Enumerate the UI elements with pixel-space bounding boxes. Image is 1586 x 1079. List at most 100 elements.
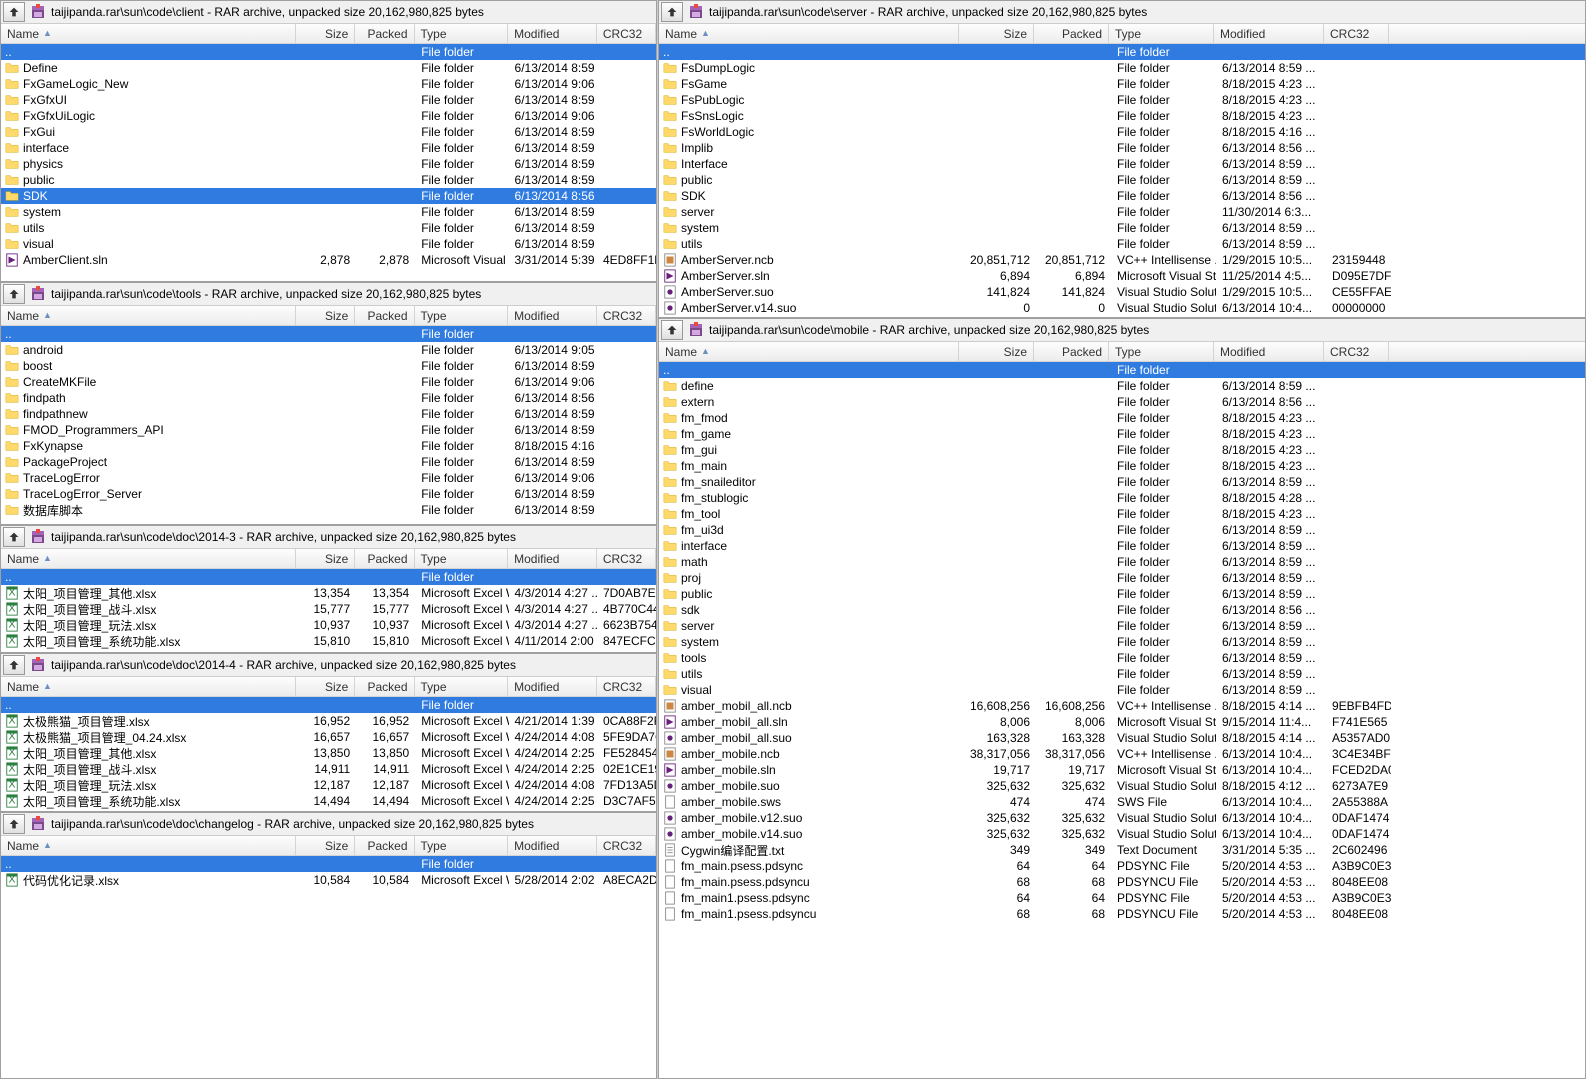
updir-row[interactable]: ..File folder [1,326,656,342]
file-row[interactable]: PackageProjectFile folder6/13/2014 8:59 … [1,454,656,470]
file-row[interactable]: 数据库脚本File folder6/13/2014 8:59 ... [1,502,656,518]
file-row[interactable]: FsSnsLogicFile folder8/18/2015 4:23 ... [659,108,1585,124]
col-crc[interactable]: CRC32 [597,549,656,568]
file-row[interactable]: utilsFile folder6/13/2014 8:59 ... [1,220,656,236]
col-name[interactable]: Name▲ [1,677,296,696]
file-row[interactable]: FsWorldLogicFile folder8/18/2015 4:16 ..… [659,124,1585,140]
updir-row[interactable]: ..File folder [1,856,656,872]
col-crc[interactable]: CRC32 [597,836,656,855]
file-row[interactable]: Cygwin编译配置.txt349349Text Document3/31/20… [659,842,1585,858]
file-row[interactable]: SDKFile folder6/13/2014 8:56 ... [659,188,1585,204]
col-type[interactable]: Type [415,306,509,325]
file-row[interactable]: SDKFile folder6/13/2014 8:56 ... [1,188,656,204]
file-row[interactable]: utilsFile folder6/13/2014 8:59 ... [659,236,1585,252]
file-row[interactable]: 太阳_项目管理_系统功能.xlsx14,49414,494Microsoft E… [1,793,656,809]
updir-row[interactable]: ..File folder [1,697,656,713]
col-size[interactable]: Size [296,306,355,325]
file-row[interactable]: InterfaceFile folder6/13/2014 8:59 ... [659,156,1585,172]
file-row[interactable]: fm_gameFile folder8/18/2015 4:23 ... [659,426,1585,442]
file-row[interactable]: 太极熊猫_项目管理_04.24.xlsx16,65716,657Microsof… [1,729,656,745]
col-size[interactable]: Size [296,549,355,568]
file-row[interactable]: amber_mobile.v12.suo325,632325,632Visual… [659,810,1585,826]
file-list[interactable]: ..File folderdefineFile folder6/13/2014 … [659,362,1585,1078]
col-name[interactable]: Name▲ [1,24,296,43]
col-name[interactable]: Name▲ [1,836,296,855]
file-row[interactable]: fm_toolFile folder8/18/2015 4:23 ... [659,506,1585,522]
file-row[interactable]: FxGfxUiLogicFile folder6/13/2014 9:06 ..… [1,108,656,124]
file-row[interactable]: boostFile folder6/13/2014 8:59 ... [1,358,656,374]
file-row[interactable]: fm_main1.psess.pdsyncu6868PDSYNCU File5/… [659,906,1585,922]
col-type[interactable]: Type [1109,24,1214,43]
file-row[interactable]: 太阳_项目管理_战斗.xlsx14,91114,911Microsoft Exc… [1,761,656,777]
file-row[interactable]: amber_mobil_all.sln8,0068,006Microsoft V… [659,714,1585,730]
col-type[interactable]: Type [415,677,509,696]
col-size[interactable]: Size [296,24,355,43]
file-row[interactable]: fm_main1.psess.pdsync6464PDSYNC File5/20… [659,890,1585,906]
up-button[interactable] [3,284,25,304]
col-modified[interactable]: Modified [508,836,597,855]
file-row[interactable]: FxGameLogic_NewFile folder6/13/2014 9:06… [1,76,656,92]
up-button[interactable] [3,655,25,675]
file-list[interactable]: ..File folderFsDumpLogicFile folder6/13/… [659,44,1585,317]
file-row[interactable]: fm_guiFile folder8/18/2015 4:23 ... [659,442,1585,458]
col-crc[interactable]: CRC32 [597,24,656,43]
updir-row[interactable]: ..File folder [659,44,1585,60]
file-row[interactable]: findpathFile folder6/13/2014 8:56 ... [1,390,656,406]
col-packed[interactable]: Packed [355,24,414,43]
up-button[interactable] [3,2,25,22]
file-row[interactable]: AmberServer.sln6,8946,894Microsoft Visua… [659,268,1585,284]
file-row[interactable]: FMOD_Programmers_APIFile folder6/13/2014… [1,422,656,438]
up-button[interactable] [3,814,25,834]
file-row[interactable]: 太阳_项目管理_战斗.xlsx15,77715,777Microsoft Exc… [1,601,656,617]
file-row[interactable]: 太阳_项目管理_系统功能.xlsx15,81015,810Microsoft E… [1,633,656,649]
column-headers[interactable]: Name▲SizePackedTypeModifiedCRC32 [1,306,656,326]
col-modified[interactable]: Modified [1214,24,1324,43]
column-headers[interactable]: Name▲SizePackedTypeModifiedCRC32 [659,24,1585,44]
file-row[interactable]: defineFile folder6/13/2014 8:59 ... [659,378,1585,394]
file-list[interactable]: ..File folder太极熊猫_项目管理.xlsx16,95216,952M… [1,697,656,811]
col-packed[interactable]: Packed [355,306,414,325]
file-row[interactable]: FxGuiFile folder6/13/2014 8:59 ... [1,124,656,140]
col-name[interactable]: Name▲ [1,549,296,568]
file-row[interactable]: ImplibFile folder6/13/2014 8:56 ... [659,140,1585,156]
file-row[interactable]: toolsFile folder6/13/2014 8:59 ... [659,650,1585,666]
file-row[interactable]: fm_snaileditorFile folder6/13/2014 8:59 … [659,474,1585,490]
file-row[interactable]: findpathnewFile folder6/13/2014 8:59 ... [1,406,656,422]
up-button[interactable] [3,527,25,547]
file-row[interactable]: amber_mobil_all.suo163,328163,328Visual … [659,730,1585,746]
file-row[interactable]: externFile folder6/13/2014 8:56 ... [659,394,1585,410]
file-row[interactable]: DefineFile folder6/13/2014 8:59 ... [1,60,656,76]
file-row[interactable]: amber_mobil_all.ncb16,608,25616,608,256V… [659,698,1585,714]
file-list[interactable]: ..File folderDefineFile folder6/13/2014 … [1,44,656,281]
file-row[interactable]: AmberServer.ncb20,851,71220,851,712VC++ … [659,252,1585,268]
col-packed[interactable]: Packed [355,677,414,696]
col-modified[interactable]: Modified [1214,342,1324,361]
file-row[interactable]: sdkFile folder6/13/2014 8:56 ... [659,602,1585,618]
file-row[interactable]: androidFile folder6/13/2014 9:05 ... [1,342,656,358]
col-modified[interactable]: Modified [508,306,597,325]
col-type[interactable]: Type [1109,342,1214,361]
updir-row[interactable]: ..File folder [1,569,656,585]
col-packed[interactable]: Packed [1034,24,1109,43]
file-list[interactable]: ..File folderandroidFile folder6/13/2014… [1,326,656,524]
file-row[interactable]: systemFile folder6/13/2014 8:59 ... [659,220,1585,236]
up-button[interactable] [661,2,683,22]
file-row[interactable]: fm_ui3dFile folder6/13/2014 8:59 ... [659,522,1585,538]
file-row[interactable]: 太阳_项目管理_玩法.xlsx12,18712,187Microsoft Exc… [1,777,656,793]
file-row[interactable]: serverFile folder6/13/2014 8:59 ... [659,618,1585,634]
file-row[interactable]: 太极熊猫_项目管理.xlsx16,95216,952Microsoft Exce… [1,713,656,729]
col-crc[interactable]: CRC32 [1324,24,1389,43]
col-size[interactable]: Size [296,836,355,855]
file-row[interactable]: systemFile folder6/13/2014 8:59 ... [1,204,656,220]
col-size[interactable]: Size [296,677,355,696]
col-modified[interactable]: Modified [508,549,597,568]
file-row[interactable]: FxGfxUIFile folder6/13/2014 8:59 ... [1,92,656,108]
file-row[interactable]: TraceLogError_ServerFile folder6/13/2014… [1,486,656,502]
file-row[interactable]: amber_mobile.sws474474SWS File6/13/2014 … [659,794,1585,810]
file-row[interactable]: CreateMKFileFile folder6/13/2014 9:06 ..… [1,374,656,390]
file-row[interactable]: fm_main.psess.pdsyncu6868PDSYNCU File5/2… [659,874,1585,890]
col-type[interactable]: Type [415,836,509,855]
file-row[interactable]: FsDumpLogicFile folder6/13/2014 8:59 ... [659,60,1585,76]
col-size[interactable]: Size [959,342,1034,361]
column-headers[interactable]: Name▲SizePackedTypeModifiedCRC32 [1,836,656,856]
